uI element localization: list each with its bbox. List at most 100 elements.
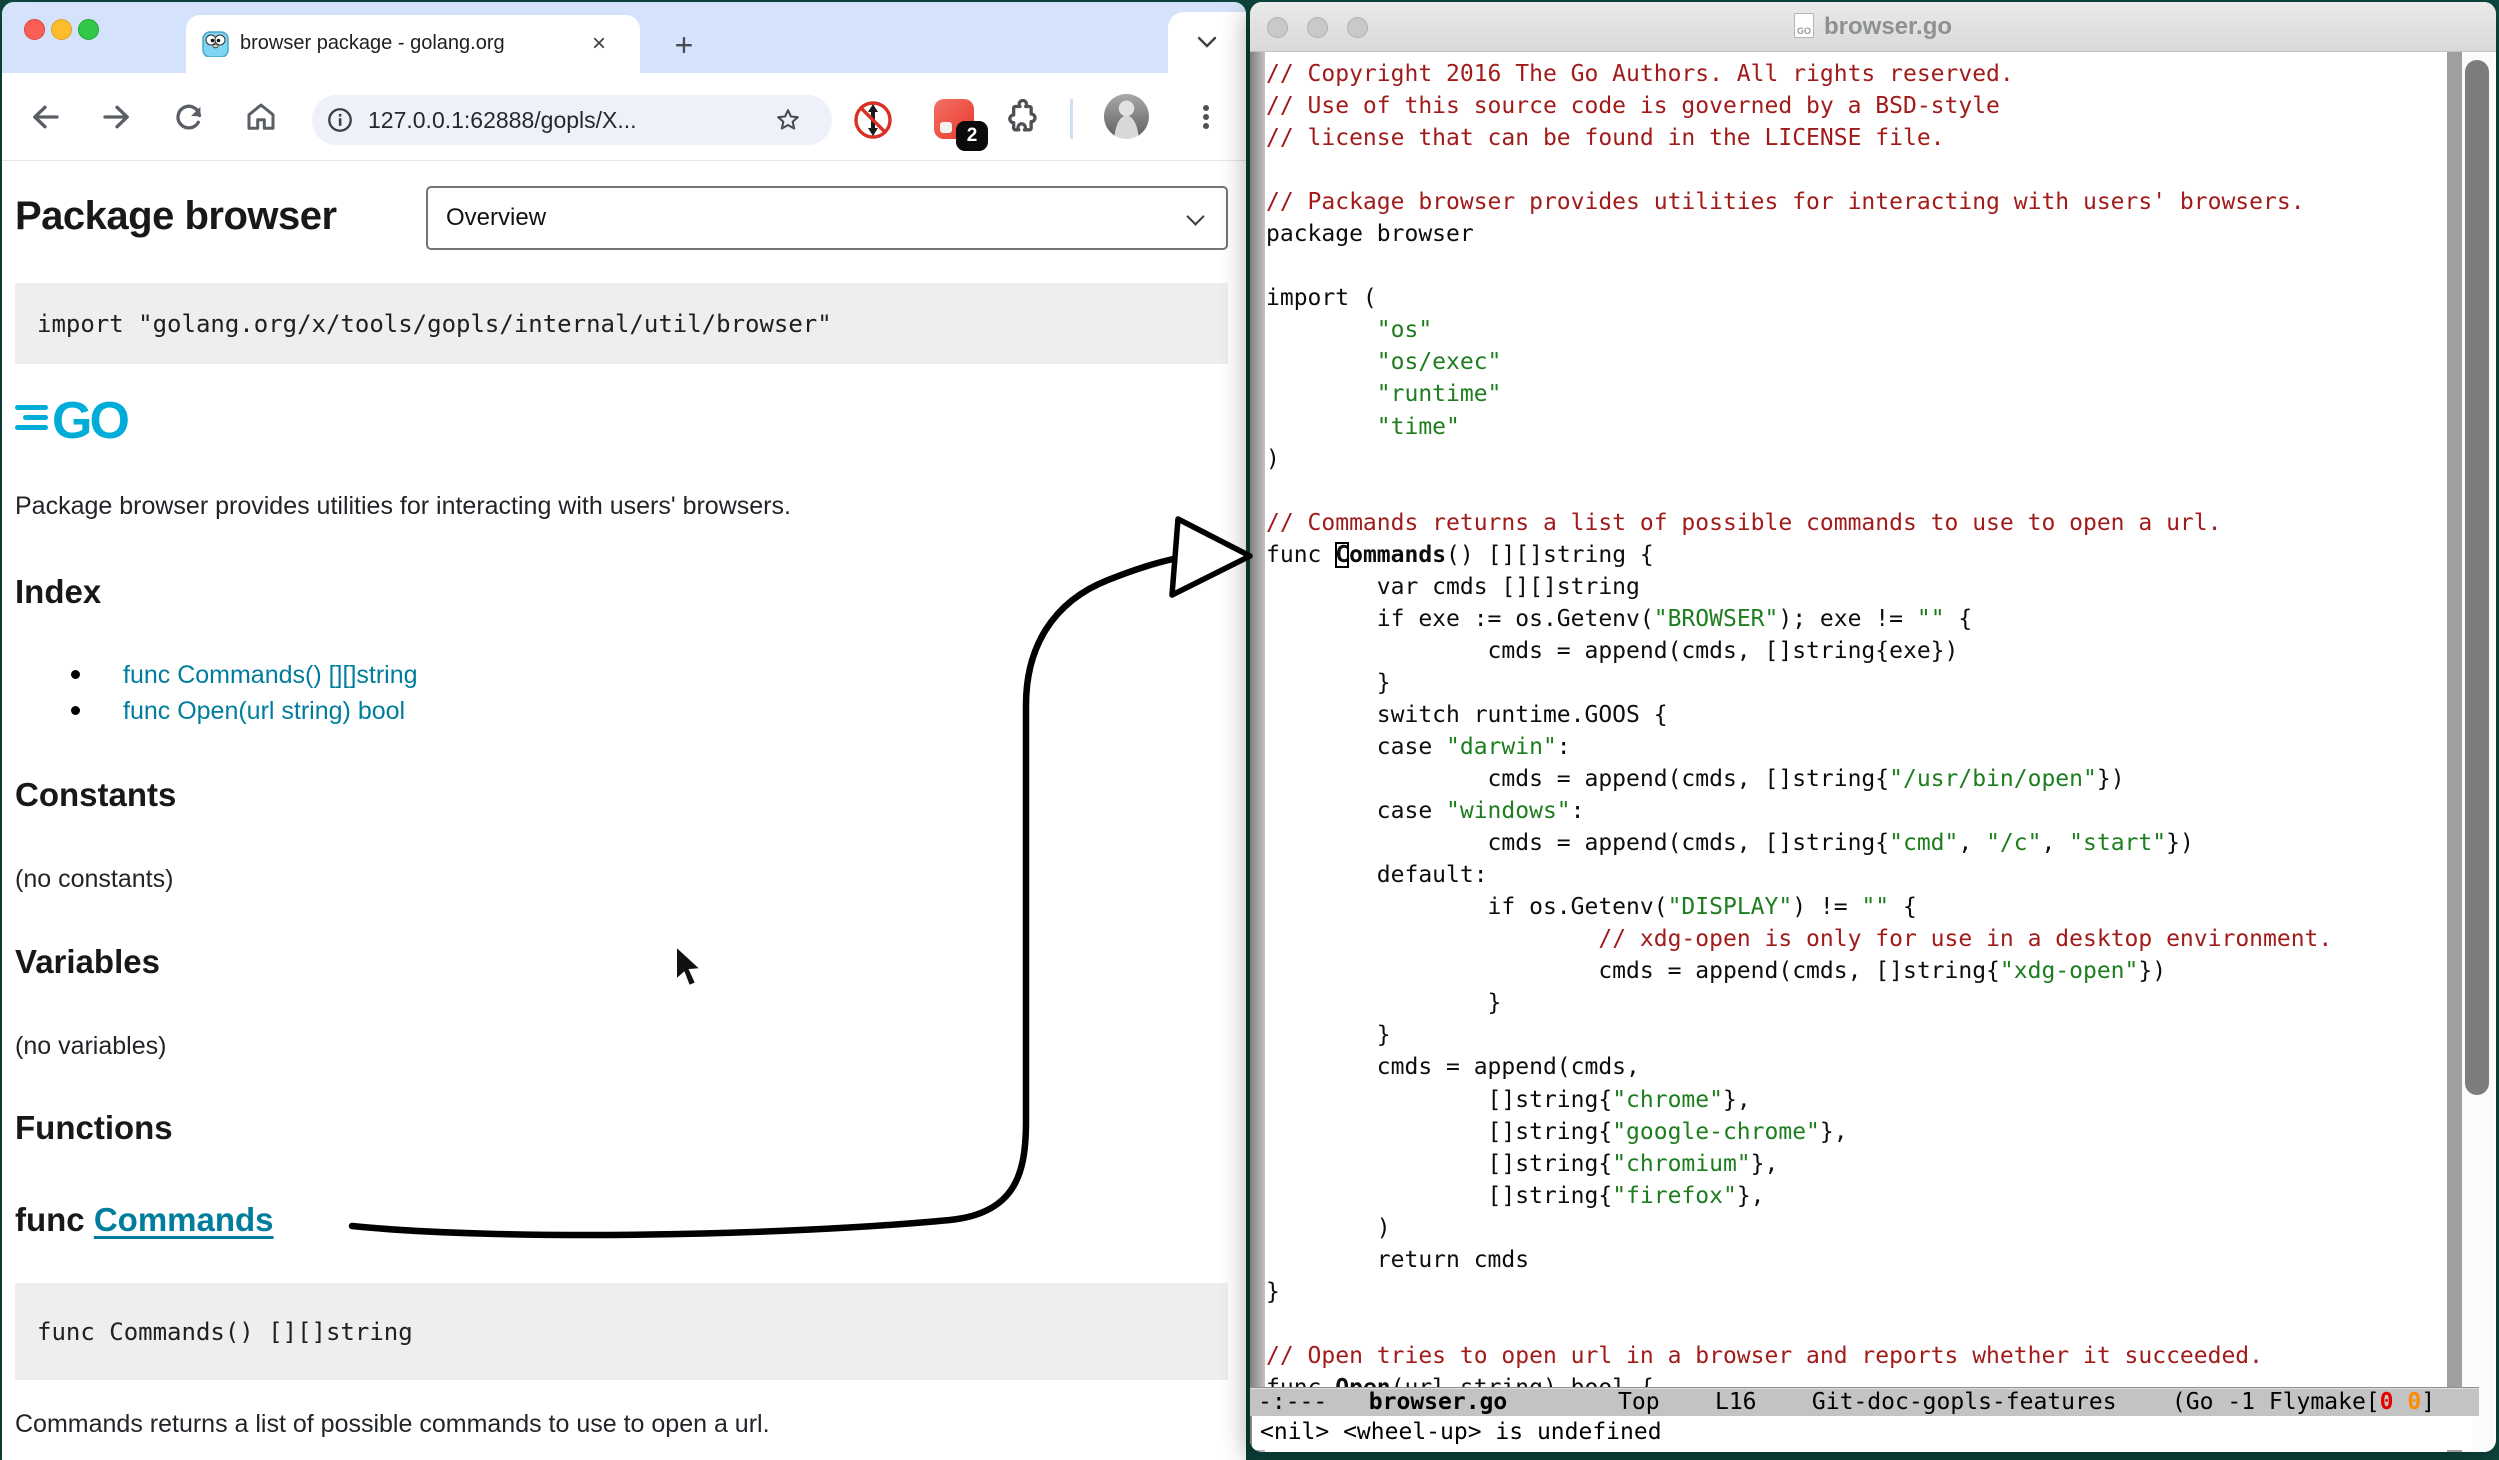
index-list-item: func Open(url string) bool (15, 693, 342, 729)
code-line: cmds = append(cmds, []string{"xdg-open"}… (1266, 955, 2446, 987)
code-line: // Commands returns a list of possible c… (1266, 507, 2446, 539)
menu-kebab-icon[interactable] (1186, 97, 1226, 142)
nav-dropdown[interactable]: Overview (426, 186, 1228, 250)
go-logo: GO (15, 388, 135, 453)
token: "xdg-open" (2000, 958, 2138, 984)
back-button[interactable] (23, 95, 67, 139)
token (1266, 349, 1377, 375)
token: : (1571, 798, 1585, 824)
nav-dropdown-value: Overview (446, 204, 546, 232)
token: }, (1820, 1119, 1848, 1145)
close-window-button[interactable] (24, 19, 45, 40)
code-line: "os/exec" (1266, 346, 2446, 378)
token (1266, 381, 1377, 407)
echo-area: <nil> <wheel-up> is undefined (1252, 1416, 2472, 1450)
forward-arrow-icon (99, 99, 135, 135)
token: if exe := os.Getenv( (1266, 606, 1654, 632)
emacs-left-fringe (1250, 52, 1265, 1452)
token: }) (2166, 830, 2194, 856)
browser-toolbar: 127.0.0.1:62888/gopls/X... 2 (2, 73, 1246, 161)
token: switch runtime.GOOS { (1266, 702, 1668, 728)
token: ) (1266, 1215, 1391, 1241)
scrollbar-track[interactable] (2462, 52, 2494, 1452)
token: []string{ (1266, 1183, 1612, 1209)
emacs-window: GObrowser.go // Copyright 2016 The Go Au… (1250, 2, 2496, 1452)
token: } (1266, 670, 1391, 696)
profile-avatar[interactable] (1104, 94, 1149, 139)
home-button[interactable] (239, 95, 283, 139)
token: // Commands returns a list of possible c… (1266, 510, 2221, 536)
forward-button[interactable] (95, 95, 139, 139)
code-line: // xdg-open is only for use in a desktop… (1266, 923, 2446, 955)
code-line: ) (1266, 1212, 2446, 1244)
code-line: } (1266, 1276, 2446, 1308)
code-line: // Use of this source code is governed b… (1266, 90, 2446, 122)
code-line: []string{"google-chrome"}, (1266, 1116, 2446, 1148)
index-heading: Index (15, 573, 101, 611)
browser-tab[interactable]: browser package - golang.org × (186, 15, 640, 73)
scroll-blocker-extension-icon[interactable] (851, 98, 895, 147)
emacs-titlebar[interactable]: GObrowser.go (1250, 2, 2496, 52)
extensions-puzzle-icon[interactable] (1002, 99, 1042, 144)
token: cmds = append(cmds, []string{ (1266, 830, 1889, 856)
red-extension-icon[interactable]: 2 (934, 99, 974, 139)
token: "/c" (1986, 830, 2041, 856)
code-buffer[interactable]: // Copyright 2016 The Go Authors. All ri… (1266, 54, 2446, 1387)
tab-close-icon[interactable]: × (584, 30, 614, 60)
page-title: Package browser (15, 194, 337, 239)
chevron-down-icon (1186, 207, 1204, 225)
tab-search-chevron[interactable] (1168, 12, 1246, 73)
token: }) (2097, 766, 2125, 792)
emacs-window-divider (2447, 52, 2462, 1452)
bookmark-star-icon[interactable] (774, 106, 802, 139)
code-line: func Open(url string) bool { (1266, 1372, 2446, 1387)
document-icon: GO (1794, 13, 1814, 38)
token: -:--- (1258, 1389, 1369, 1415)
token: []string{ (1266, 1119, 1612, 1145)
token: Top L16 Git-doc-gopls-features (Go -1 Fl… (1507, 1389, 2379, 1415)
new-tab-button[interactable]: + (664, 26, 704, 66)
scrollbar-thumb[interactable] (2465, 60, 2489, 1095)
token: "runtime" (1377, 381, 1502, 407)
token: ) (1266, 446, 1280, 472)
code-line: []string{"chrome"}, (1266, 1084, 2446, 1116)
token: "" (1917, 606, 1945, 632)
token: // Copyright 2016 The Go Authors. All ri… (1266, 61, 2014, 87)
token: cmds = append(cmds, []string{ (1266, 958, 2000, 984)
index-link[interactable]: func Open(url string) bool (123, 697, 405, 725)
token (1266, 926, 1598, 952)
token: "firefox" (1612, 1183, 1737, 1209)
reload-icon (171, 99, 207, 135)
url-text[interactable]: 127.0.0.1:62888/gopls/X... (368, 107, 637, 134)
token: var cmds [][]string (1266, 574, 1640, 600)
func-commands-heading: func Commands (15, 1201, 274, 1239)
token: } (1266, 1022, 1391, 1048)
commands-link[interactable]: Commands (94, 1201, 274, 1238)
doc-page: Package browser Overview import "golang.… (2, 161, 1246, 1460)
functions-heading: Functions (15, 1109, 173, 1147)
token: "" (1861, 894, 1889, 920)
code-line (1266, 475, 2446, 507)
code-line: cmds = append(cmds, []string{"cmd", "/c"… (1266, 827, 2446, 859)
code-line: "os" (1266, 314, 2446, 346)
code-line: func Commands() [][]string { (1266, 539, 2446, 571)
url-bar[interactable]: 127.0.0.1:62888/gopls/X... (312, 95, 832, 145)
index-list-item: func Commands() [][]string (15, 657, 342, 693)
minimize-window-button[interactable] (51, 19, 72, 40)
site-info-icon[interactable] (326, 106, 354, 139)
reload-button[interactable] (167, 95, 211, 139)
zoom-window-button[interactable] (78, 19, 99, 40)
tab-strip: browser package - golang.org × + (2, 2, 1246, 73)
index-link[interactable]: func Commands() [][]string (123, 661, 418, 689)
token: "google-chrome" (1612, 1119, 1820, 1145)
code-line: []string{"chromium"}, (1266, 1148, 2446, 1180)
back-arrow-icon (27, 99, 63, 135)
token: // Package browser provides utilities fo… (1266, 189, 2305, 215)
code-line: "runtime" (1266, 378, 2446, 410)
token: (url string) bool { (1391, 1375, 1654, 1387)
code-line: case "darwin": (1266, 731, 2446, 763)
code-line: if os.Getenv("DISPLAY") != "" { (1266, 891, 2446, 923)
token: C (1335, 542, 1349, 568)
chevron-down-icon (1196, 34, 1218, 50)
code-line: } (1266, 987, 2446, 1019)
